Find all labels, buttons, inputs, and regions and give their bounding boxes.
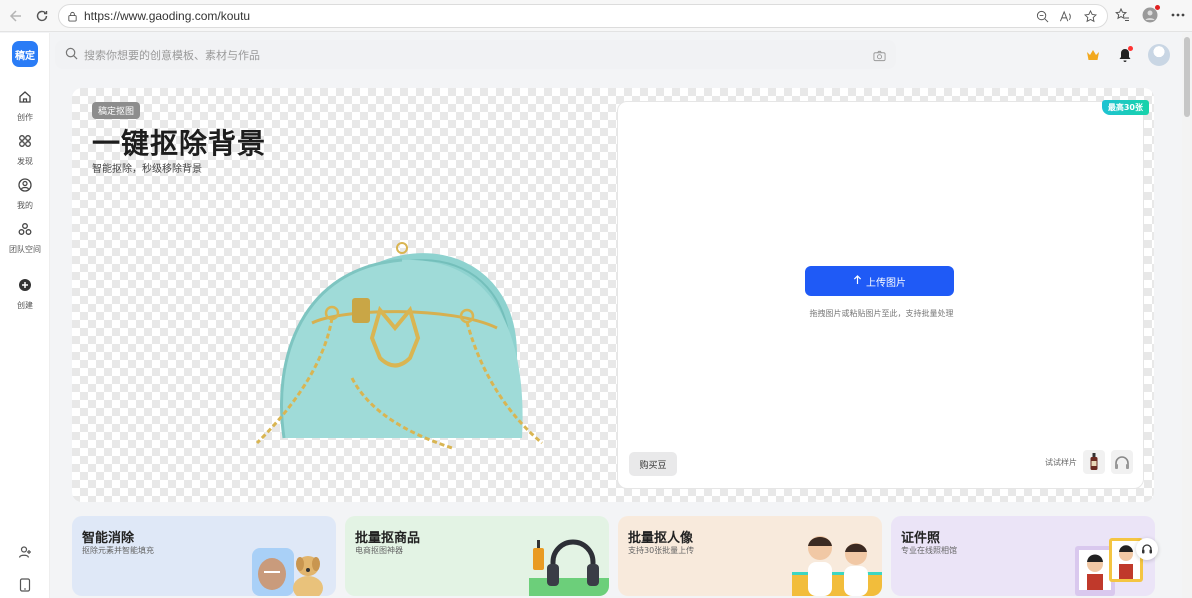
sidebar-item-create[interactable]: 创作	[0, 89, 50, 123]
upload-button-label: 上传图片	[866, 277, 906, 289]
page-title: 一键抠除背景	[92, 127, 267, 160]
dog-illustration	[252, 548, 323, 596]
gaoding-logo[interactable]: 稿定	[12, 41, 38, 67]
read-aloud-icon[interactable]	[1057, 7, 1075, 25]
feature-card-batch-product[interactable]: 批量抠商品 电商抠图神器	[345, 516, 609, 596]
home-icon	[18, 89, 32, 108]
upload-hint: 拖拽图片或粘贴图片至此，支持批量处理	[809, 309, 954, 318]
page-scrollbar[interactable]	[1182, 33, 1192, 598]
url-text: https://www.gaoding.com/koutu	[84, 9, 251, 23]
page-subtitle: 智能抠除，秒级移除背景	[92, 164, 202, 175]
handbag-illustration	[255, 242, 543, 450]
plus-circle-icon	[18, 277, 32, 296]
sidebar-item-label: 发现	[17, 157, 33, 166]
headphones-product-illustration	[529, 539, 609, 596]
sample-headphones-thumbnail[interactable]	[1111, 450, 1133, 474]
feature-card-batch-portrait[interactable]: 批量抠人像 支持30张批量上传	[618, 516, 882, 596]
more-menu-icon[interactable]	[1168, 5, 1188, 25]
sidebar-item-new[interactable]: 创建	[0, 277, 50, 311]
zoom-out-icon[interactable]	[1033, 7, 1051, 25]
max-count-ribbon: 最高30张	[1101, 100, 1149, 115]
avatar[interactable]	[1148, 44, 1170, 66]
card-subtitle: 电商抠图神器	[355, 546, 403, 555]
search-placeholder: 搜索你想要的创意模板、素材与作品	[84, 48, 260, 62]
upload-dropzone[interactable]: 最高30张 上传图片 拖拽图片或粘贴图片至此，支持批量处理 购买豆 试试样片	[617, 100, 1149, 489]
feature-card-id-photo[interactable]: 证件照 专业在线照相馆	[891, 516, 1155, 596]
sample-images: 试试样片	[1045, 450, 1133, 474]
address-bar[interactable]: https://www.gaoding.com/koutu	[58, 4, 1108, 28]
feature-card-smart-erase[interactable]: 智能消除 抠除元素并智能填充	[72, 516, 336, 596]
favorite-star-icon[interactable]	[1081, 7, 1099, 25]
sidebar-item-label: 团队空间	[9, 245, 41, 254]
samples-label: 试试样片	[1045, 457, 1077, 467]
team-icon	[18, 221, 32, 240]
mobile-app-icon[interactable]	[0, 578, 50, 592]
headset-icon	[1141, 540, 1153, 559]
sample-bottle-thumbnail[interactable]	[1083, 450, 1105, 474]
search-input[interactable]: 搜索你想要的创意模板、素材与作品	[55, 40, 896, 69]
buy-beans-button[interactable]: 购买豆	[629, 452, 677, 476]
sidebar-item-label: 创作	[17, 113, 33, 122]
upload-image-button[interactable]: 上传图片	[805, 266, 954, 296]
profile-icon[interactable]	[1140, 5, 1160, 25]
card-subtitle: 专业在线照相馆	[901, 546, 957, 555]
card-subtitle: 抠除元素并智能填充	[82, 546, 154, 555]
card-title: 证件照	[901, 531, 941, 546]
sidebar-item-label: 创建	[17, 301, 33, 310]
camera-search-icon[interactable]	[873, 47, 886, 66]
add-member-icon[interactable]	[0, 545, 50, 559]
sidebar-item-discover[interactable]: 发现	[0, 133, 50, 167]
children-portrait-illustration	[792, 536, 882, 596]
reload-icon[interactable]	[32, 6, 52, 26]
card-title: 批量抠商品	[355, 531, 421, 546]
sidebar: 稿定 创作 发现 我的 团队空间 创建	[0, 33, 50, 598]
discover-icon	[18, 133, 32, 152]
sidebar-item-label: 我的	[17, 201, 33, 210]
lock-icon	[67, 7, 78, 26]
sidebar-item-mine[interactable]: 我的	[0, 177, 50, 211]
favorites-list-icon[interactable]	[1112, 5, 1132, 25]
card-title: 批量抠人像	[628, 531, 694, 546]
browser-toolbar: https://www.gaoding.com/koutu	[0, 0, 1192, 32]
id-photo-illustration	[1075, 538, 1143, 596]
product-badge: 稿定抠图	[92, 102, 141, 119]
back-arrow-icon[interactable]	[6, 6, 26, 26]
sidebar-item-team[interactable]: 团队空间	[0, 221, 50, 255]
card-title: 智能消除	[82, 531, 135, 546]
vip-crown-icon[interactable]	[1084, 46, 1102, 64]
customer-service-button[interactable]	[1136, 538, 1158, 560]
user-icon	[18, 177, 32, 196]
upload-arrow-icon	[853, 274, 862, 288]
notification-bell-icon[interactable]	[1116, 46, 1134, 64]
card-subtitle: 支持30张批量上传	[628, 546, 695, 555]
search-icon	[65, 45, 78, 64]
header-actions	[1084, 44, 1170, 66]
